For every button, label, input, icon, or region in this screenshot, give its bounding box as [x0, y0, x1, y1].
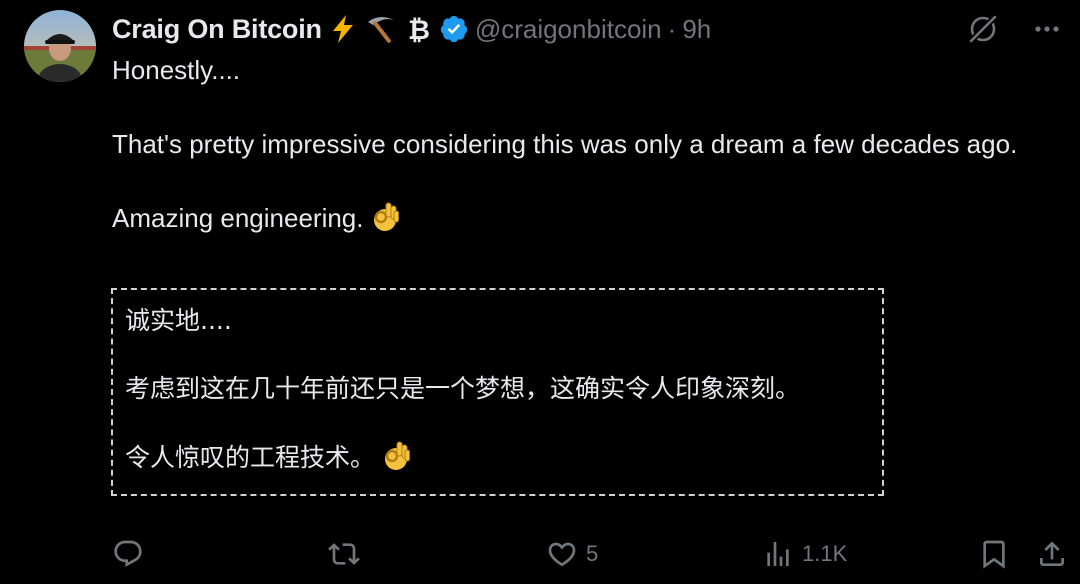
heart-icon — [546, 538, 578, 570]
share-icon — [1036, 538, 1068, 570]
bitcoin-icon: ₿ — [402, 12, 436, 46]
tweet-header: Craig On Bitcoin ₿ @craigonbitcoin · 9h — [112, 12, 711, 46]
translation-line: 诚实地.... — [125, 306, 232, 335]
separator-dot: · — [667, 13, 677, 44]
tweet-top-actions — [966, 12, 1064, 46]
author-display-name[interactable]: Craig On Bitcoin — [112, 14, 322, 45]
ok-hand-emoji-icon — [381, 440, 411, 481]
lightning-icon — [326, 12, 360, 46]
like-button[interactable]: 5 — [546, 534, 598, 574]
retweet-icon — [328, 538, 360, 570]
tweet-line-with-emoji: Amazing engineering. — [112, 200, 1052, 243]
tweet-line: Amazing engineering. — [112, 203, 364, 233]
tweet-action-bar: 5 1.1K — [0, 534, 1080, 574]
reply-icon — [112, 538, 144, 570]
bookmark-button[interactable] — [978, 534, 1010, 574]
bookmark-icon — [978, 538, 1010, 570]
translation-line: 考虑到这在几十年前还只是一个梦想，这确实令人印象深刻。 — [125, 374, 801, 403]
reply-button[interactable] — [112, 534, 152, 574]
share-button[interactable] — [1036, 534, 1068, 574]
verified-badge-icon[interactable] — [439, 14, 469, 44]
views-count: 1.1K — [802, 541, 848, 566]
author-avatar[interactable] — [24, 10, 96, 82]
translation-line-with-emoji: 令人惊叹的工程技术。 — [125, 440, 870, 481]
like-count: 5 — [586, 541, 599, 566]
views-button[interactable]: 1.1K — [762, 534, 847, 574]
tweet-timestamp[interactable]: 9h — [682, 14, 711, 45]
tweet-line: Honestly.... — [112, 55, 241, 85]
retweet-button[interactable] — [328, 534, 368, 574]
tweet-line: That's pretty impressive considering thi… — [112, 129, 1018, 159]
tweet-body: Honestly.... That's pretty impressive co… — [112, 52, 1052, 243]
pickaxe-icon — [364, 12, 398, 46]
translation-box: 诚实地.... 考虑到这在几十年前还只是一个梦想，这确实令人印象深刻。 令人惊叹… — [111, 288, 884, 496]
grok-icon[interactable] — [966, 12, 1000, 46]
ok-hand-emoji-icon — [370, 201, 400, 243]
translation-line: 令人惊叹的工程技术。 — [125, 443, 376, 472]
views-chart-icon — [762, 538, 794, 570]
author-handle[interactable]: @craigonbitcoin — [475, 14, 662, 45]
more-options-icon[interactable] — [1030, 12, 1064, 46]
svg-text:₿: ₿ — [408, 15, 430, 44]
